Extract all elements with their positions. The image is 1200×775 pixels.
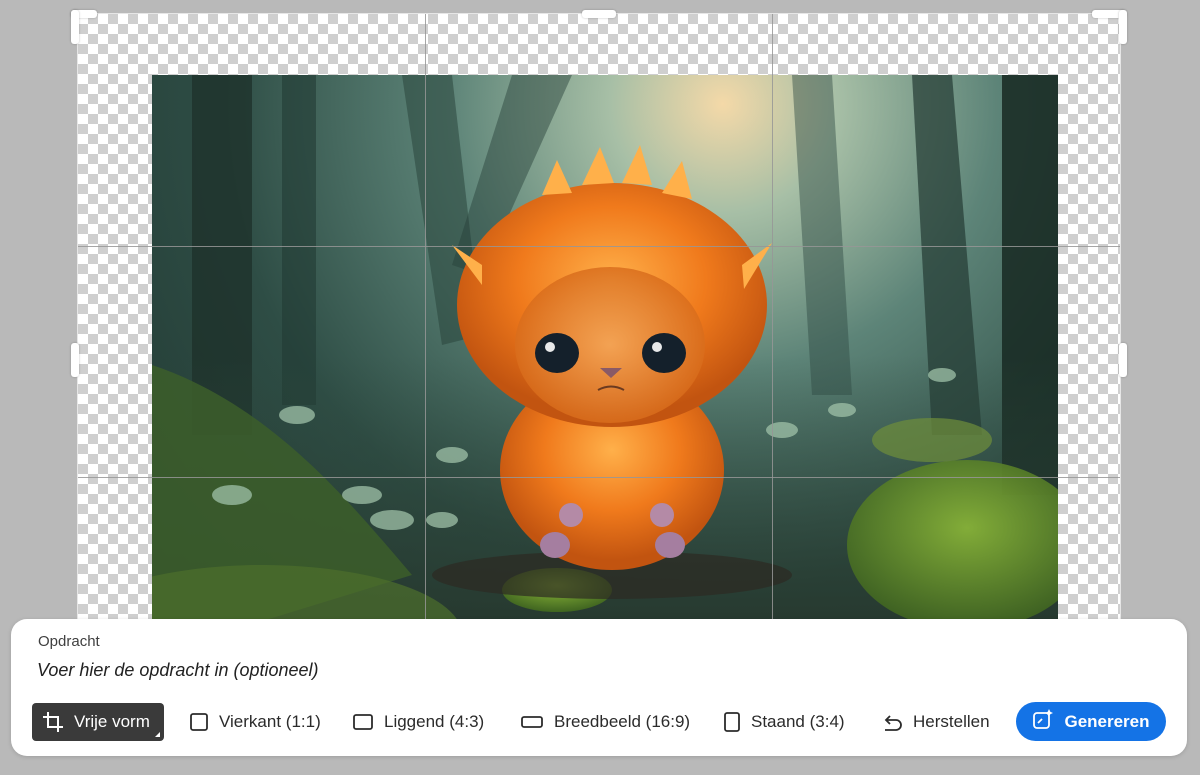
reset-label: Herstellen — [913, 712, 990, 731]
aspect-option-landscape[interactable]: Liggend (4:3) — [352, 703, 484, 741]
prompt-input[interactable] — [37, 657, 737, 683]
undo-icon — [881, 713, 903, 731]
prompt-panel: Opdracht Vrije vorm Vierkant (1:1) — [11, 619, 1187, 756]
dropdown-corner-indicator — [154, 732, 160, 737]
aspect-option-label: Breedbeeld (16:9) — [554, 712, 691, 731]
grid-guide-horizontal — [78, 477, 1120, 478]
grid-guide-vertical — [425, 14, 426, 654]
aspect-option-label: Vierkant (1:1) — [219, 712, 321, 731]
aspect-option-portrait[interactable]: Staand (3:4) — [723, 703, 845, 741]
forest-scene-illustration — [152, 75, 1058, 655]
generate-label: Genereren — [1064, 711, 1150, 731]
grid-guide-horizontal — [78, 246, 1120, 247]
prompt-label: Opdracht — [38, 633, 100, 650]
crop-handle-top-left-vertical[interactable] — [71, 10, 79, 44]
generative-expand-icon — [1032, 708, 1054, 735]
crop-icon — [42, 711, 64, 733]
crop-handle-middle-left[interactable] — [71, 343, 79, 377]
grid-guide-vertical — [772, 14, 773, 654]
generative-expand-workspace: Opdracht Vrije vorm Vierkant (1:1) — [0, 0, 1200, 775]
crop-handle-top-center[interactable] — [582, 10, 616, 18]
generate-button[interactable]: Genereren — [1016, 702, 1166, 741]
aspect-option-label: Vrije vorm — [74, 712, 150, 731]
widescreen-icon — [520, 714, 544, 730]
aspect-option-label: Liggend (4:3) — [384, 712, 485, 731]
crop-handle-top-right-vertical[interactable] — [1119, 10, 1127, 44]
portrait-icon — [723, 711, 741, 733]
reset-button[interactable]: Herstellen — [881, 703, 990, 741]
aspect-option-label: Staand (3:4) — [751, 712, 845, 731]
aspect-option-free-form[interactable]: Vrije vorm — [32, 703, 164, 741]
square-icon — [189, 712, 209, 732]
aspect-option-widescreen[interactable]: Breedbeeld (16:9) — [520, 703, 690, 741]
placed-image-orange-creature[interactable] — [152, 75, 1058, 655]
landscape-icon — [352, 713, 374, 731]
aspect-option-square[interactable]: Vierkant (1:1) — [189, 703, 321, 741]
crop-handle-middle-right[interactable] — [1119, 343, 1127, 377]
